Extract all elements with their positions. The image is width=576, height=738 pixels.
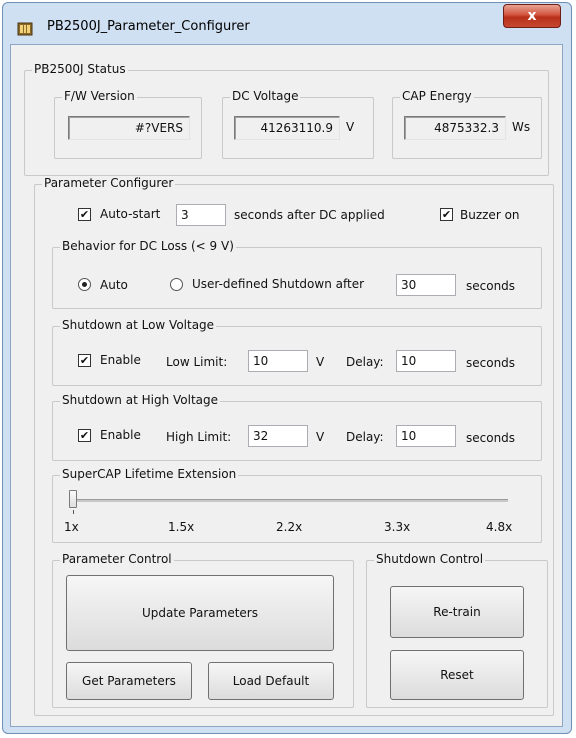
dc-loss-seconds-input[interactable]: 30 xyxy=(396,274,456,296)
low-voltage-label: Shutdown at Low Voltage xyxy=(60,318,217,332)
status-group-label: PB2500J Status xyxy=(32,62,128,76)
cap-energy-value: 4875332.3 xyxy=(404,116,506,140)
window-title: PB2500J_Parameter_Configurer xyxy=(47,19,250,34)
check-icon: ✔ xyxy=(79,429,90,442)
tick-label: 4.8x xyxy=(486,520,513,534)
high-delay-input[interactable]: 10 xyxy=(396,425,456,447)
buzzer-checkbox[interactable]: ✔ xyxy=(440,208,453,221)
low-delay-label: Delay: xyxy=(346,355,384,369)
high-voltage-enable-label: Enable xyxy=(100,428,141,442)
buzzer-label: Buzzer on xyxy=(460,208,520,222)
lifetime-extension-label: SuperCAP Lifetime Extension xyxy=(60,467,239,481)
high-delay-suffix: seconds xyxy=(466,431,516,445)
dc-loss-user-radio[interactable] xyxy=(170,278,183,291)
low-limit-input[interactable]: 10 xyxy=(248,350,308,372)
low-voltage-enable-checkbox[interactable]: ✔ xyxy=(78,354,91,367)
reset-button[interactable]: Reset xyxy=(390,650,524,700)
low-delay-input[interactable]: 10 xyxy=(396,350,456,372)
autostart-suffix: seconds after DC applied xyxy=(234,208,385,222)
lifetime-slider-track[interactable] xyxy=(70,499,508,502)
close-button[interactable]: x xyxy=(503,4,561,28)
tick-label: 2.2x xyxy=(276,520,303,534)
check-icon: ✔ xyxy=(79,354,90,367)
dc-loss-suffix: seconds xyxy=(466,279,516,293)
autostart-seconds-input[interactable]: 3 xyxy=(176,204,226,226)
retrain-button[interactable]: Re-train xyxy=(390,586,524,638)
app-window-icon xyxy=(17,22,33,36)
high-delay-label: Delay: xyxy=(346,430,384,444)
low-voltage-enable-label: Enable xyxy=(100,353,141,367)
parameter-configurer-label: Parameter Configurer xyxy=(42,176,176,190)
dc-voltage-unit: V xyxy=(346,120,355,134)
load-default-button[interactable]: Load Default xyxy=(208,662,334,700)
close-icon: x xyxy=(527,8,537,24)
title-bar[interactable]: PB2500J_Parameter_Configurer xyxy=(3,3,571,47)
autostart-checkbox[interactable]: ✔ xyxy=(78,208,91,221)
fw-version-label: F/W Version xyxy=(62,89,137,103)
high-limit-label: High Limit: xyxy=(166,430,232,444)
check-icon: ✔ xyxy=(441,208,452,221)
dc-voltage-value: 41263110.9 xyxy=(234,116,340,140)
high-voltage-label: Shutdown at High Voltage xyxy=(60,393,221,407)
high-limit-unit: V xyxy=(316,430,325,444)
slider-tick xyxy=(73,510,74,514)
update-parameters-button[interactable]: Update Parameters xyxy=(66,575,334,651)
parameter-control-label: Parameter Control xyxy=(60,552,174,566)
cap-energy-label: CAP Energy xyxy=(400,89,474,103)
dc-loss-user-label: User-defined Shutdown after xyxy=(192,277,365,291)
low-delay-suffix: seconds xyxy=(466,356,516,370)
high-limit-input[interactable]: 32 xyxy=(248,425,308,447)
tick-label: 3.3x xyxy=(384,520,411,534)
tick-label: 1.5x xyxy=(168,520,195,534)
high-voltage-enable-checkbox[interactable]: ✔ xyxy=(78,429,91,442)
check-icon: ✔ xyxy=(79,208,90,221)
fw-version-value: #?VERS xyxy=(68,116,190,140)
dc-loss-auto-label: Auto xyxy=(100,278,128,292)
autostart-label: Auto-start xyxy=(100,207,161,221)
dc-loss-label: Behavior for DC Loss (< 9 V) xyxy=(60,239,236,253)
dc-loss-auto-radio[interactable] xyxy=(78,278,91,291)
low-limit-label: Low Limit: xyxy=(166,355,228,369)
lifetime-slider-thumb[interactable] xyxy=(69,490,77,508)
get-parameters-button[interactable]: Get Parameters xyxy=(66,662,192,700)
low-limit-unit: V xyxy=(316,355,325,369)
dc-voltage-label: DC Voltage xyxy=(230,89,301,103)
tick-label: 1x xyxy=(64,520,79,534)
shutdown-control-label: Shutdown Control xyxy=(374,552,486,566)
cap-energy-unit: Ws xyxy=(512,120,531,134)
